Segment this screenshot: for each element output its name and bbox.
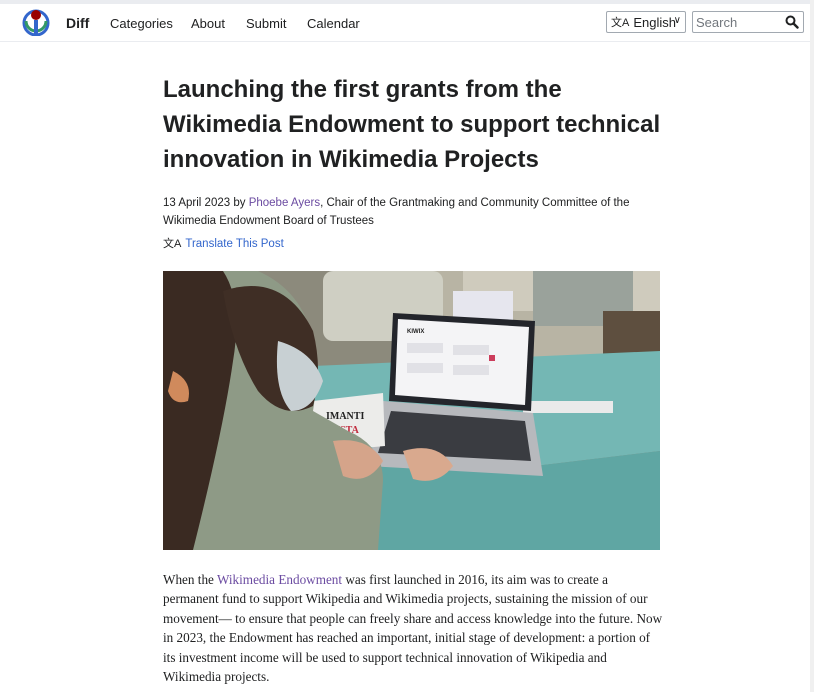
nav-submit[interactable]: Submit	[246, 16, 286, 31]
translate-icon: 文A	[611, 17, 630, 29]
byline-by: by	[233, 197, 246, 209]
site-header: Diff Categories About Submit Calendar 文A…	[0, 0, 814, 42]
article-title: Launching the first grants from the Wiki…	[163, 76, 661, 173]
search-icon[interactable]	[785, 15, 799, 29]
article-body-paragraph: When the Wikimedia Endowment was first l…	[163, 570, 663, 686]
wikimedia-endowment-link[interactable]: Wikimedia Endowment	[217, 572, 342, 587]
nav-about[interactable]: About	[191, 16, 225, 31]
translate-post-link[interactable]: 文A Translate This Post	[163, 235, 284, 251]
window-edge	[810, 0, 814, 692]
wikimedia-logo-icon[interactable]	[22, 8, 50, 36]
chevron-down-icon: ∨	[673, 15, 681, 26]
body-text-after: was first launched in 2016, its aim was …	[163, 572, 663, 685]
article-date: 13 April 2023	[163, 197, 231, 209]
svg-text:IMANTI: IMANTI	[326, 411, 364, 422]
language-label: English	[633, 14, 676, 30]
language-select[interactable]: 文A English ∨	[606, 11, 686, 33]
nav-categories[interactable]: Categories	[110, 16, 173, 31]
site-title[interactable]: Diff	[66, 15, 89, 31]
translate-icon: 文A	[163, 238, 182, 250]
nav-calendar[interactable]: Calendar	[307, 16, 360, 31]
search-field[interactable]	[692, 11, 804, 33]
author-link[interactable]: Phoebe Ayers	[249, 197, 320, 209]
article-byline: 13 April 2023 by Phoebe Ayers, Chair of …	[163, 194, 660, 230]
translate-label: Translate This Post	[185, 238, 284, 250]
body-text-before: When the	[163, 572, 217, 587]
hero-image: KIWIX IMANTI DISTA	[163, 271, 660, 550]
laptop-screen-text: KIWIX	[407, 329, 424, 335]
search-input[interactable]	[696, 13, 776, 31]
